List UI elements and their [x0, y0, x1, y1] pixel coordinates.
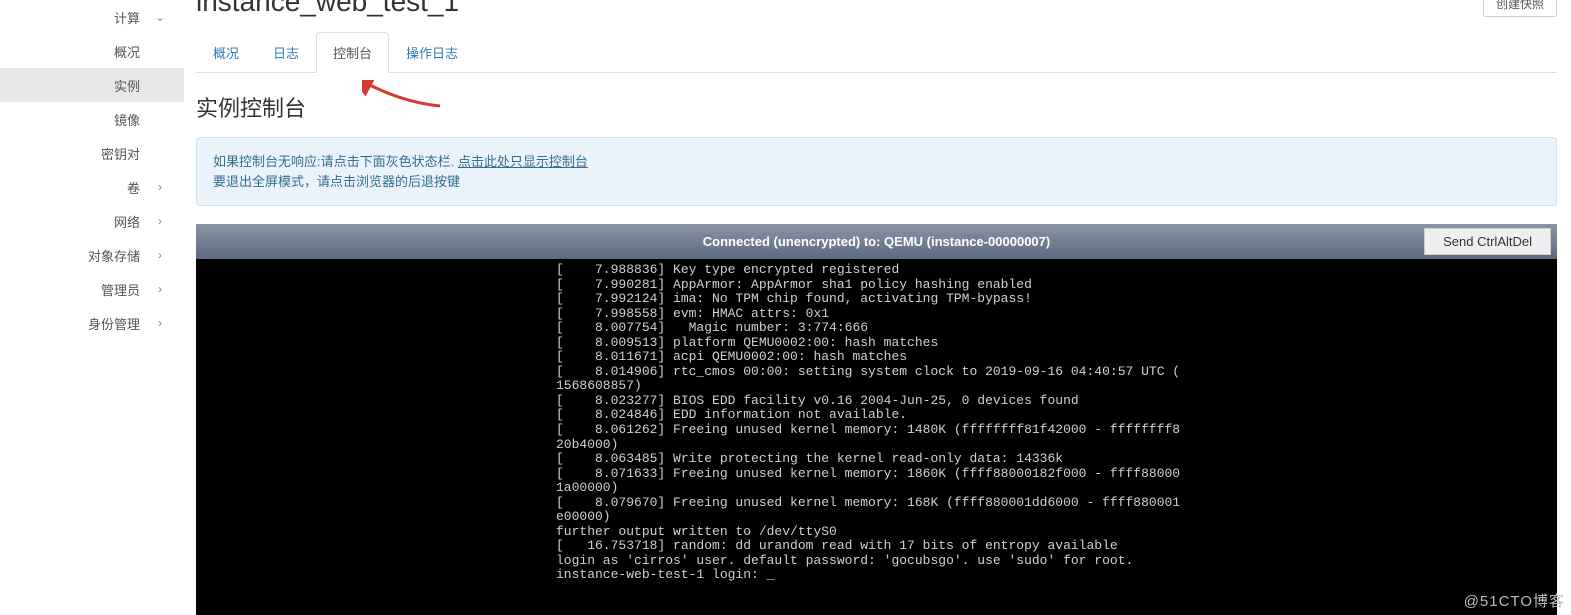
- chevron-right-icon: ›: [154, 180, 166, 194]
- console-output[interactable]: [ 7.988836] Key type encrypted registere…: [196, 259, 1557, 615]
- sidebar-item-label: 对象存储: [18, 246, 154, 265]
- console-line: 1a00000): [196, 481, 1557, 496]
- send-ctrlaltdel-button[interactable]: Send CtrlAltDel: [1424, 228, 1551, 255]
- console-line: [ 8.007754] Magic number: 3:774:666: [196, 321, 1557, 336]
- console-line: e00000): [196, 510, 1557, 525]
- chevron-right-icon: ›: [154, 316, 166, 330]
- console-line: [ 7.992124] ima: No TPM chip found, acti…: [196, 292, 1557, 307]
- sidebar-item-2[interactable]: 实例: [0, 68, 184, 102]
- watermark: @51CTO博客: [1464, 590, 1565, 611]
- chevron-down-icon: ⌄: [154, 10, 166, 24]
- console-line: [ 8.014906] rtc_cmos 00:00: setting syst…: [196, 365, 1557, 380]
- console-line: [ 8.011671] acpi QEMU0002:00: hash match…: [196, 350, 1557, 365]
- tabs: 概况日志控制台操作日志: [196, 32, 1557, 73]
- sidebar-item-3[interactable]: 镜像: [0, 102, 184, 136]
- sidebar-item-label: 镜像: [18, 110, 154, 129]
- console-line: 20b4000): [196, 438, 1557, 453]
- console-line: instance-web-test-1 login: _: [196, 568, 1557, 583]
- console-subheading: 实例控制台: [196, 91, 1557, 123]
- sidebar-item-label: 卷: [18, 178, 154, 197]
- create-snapshot-button[interactable]: 创建快照: [1483, 0, 1557, 17]
- tab-2[interactable]: 控制台: [316, 32, 389, 73]
- console-line: 1568608857): [196, 379, 1557, 394]
- sidebar-item-label: 概况: [18, 42, 154, 61]
- sidebar-item-label: 管理员: [18, 280, 154, 299]
- console-line: [ 8.009513] platform QEMU0002:00: hash m…: [196, 336, 1557, 351]
- console-line: [ 7.988836] Key type encrypted registere…: [196, 263, 1557, 278]
- sidebar-item-label: 网络: [18, 212, 154, 231]
- console-line: [ 8.023277] BIOS EDD facility v0.16 2004…: [196, 394, 1557, 409]
- console-status-bar[interactable]: Connected (unencrypted) to: QEMU (instan…: [196, 224, 1557, 259]
- info-line1-text: 如果控制台无响应:请点击下面灰色状态栏.: [213, 154, 454, 169]
- console-line: [ 16.753718] random: dd urandom read wit…: [196, 539, 1557, 554]
- sidebar-item-9[interactable]: 身份管理›: [0, 306, 184, 340]
- tab-3[interactable]: 操作日志: [389, 32, 475, 73]
- console-line: [ 8.024846] EDD information not availabl…: [196, 408, 1557, 423]
- sidebar-item-6[interactable]: 网络›: [0, 204, 184, 238]
- console-line: further output written to /dev/ttyS0: [196, 525, 1557, 540]
- sidebar-item-label: 密钥对: [18, 144, 154, 163]
- console-line: [ 8.063485] Write protecting the kernel …: [196, 452, 1557, 467]
- sidebar-item-1[interactable]: 概况: [0, 34, 184, 68]
- console: Connected (unencrypted) to: QEMU (instan…: [196, 224, 1557, 615]
- sidebar-item-label: 身份管理: [18, 314, 154, 333]
- console-status-text: Connected (unencrypted) to: QEMU (instan…: [196, 234, 1557, 249]
- sidebar-item-8[interactable]: 管理员›: [0, 272, 184, 306]
- tab-1[interactable]: 日志: [256, 32, 316, 73]
- tab-0[interactable]: 概况: [196, 32, 256, 73]
- show-only-console-link[interactable]: 点击此处只显示控制台: [458, 154, 588, 169]
- page-title: instance_web_test_1: [196, 0, 459, 18]
- sidebar-item-label: 实例: [18, 76, 154, 95]
- chevron-right-icon: ›: [154, 282, 166, 296]
- main-content: instance_web_test_1 创建快照 概况日志控制台操作日志 实例控…: [184, 0, 1571, 615]
- console-line: [ 7.990281] AppArmor: AppArmor sha1 poli…: [196, 278, 1557, 293]
- sidebar-item-4[interactable]: 密钥对: [0, 136, 184, 170]
- console-line: login as 'cirros' user. default password…: [196, 554, 1557, 569]
- console-line: [ 8.079670] Freeing unused kernel memory…: [196, 496, 1557, 511]
- sidebar: 计算⌄概况实例镜像密钥对卷›网络›对象存储›管理员›身份管理›: [0, 0, 184, 615]
- sidebar-item-0[interactable]: 计算⌄: [0, 0, 184, 34]
- sidebar-item-label: 计算: [18, 8, 154, 27]
- console-line: [ 8.071633] Freeing unused kernel memory…: [196, 467, 1557, 482]
- chevron-right-icon: ›: [154, 214, 166, 228]
- sidebar-item-5[interactable]: 卷›: [0, 170, 184, 204]
- info-panel: 如果控制台无响应:请点击下面灰色状态栏. 点击此处只显示控制台 要退出全屏模式，…: [196, 137, 1557, 206]
- console-line: [ 8.061262] Freeing unused kernel memory…: [196, 423, 1557, 438]
- console-line: [ 7.998558] evm: HMAC attrs: 0x1: [196, 307, 1557, 322]
- info-line2: 要退出全屏模式，请点击浏览器的后退按键: [213, 172, 1540, 192]
- sidebar-item-7[interactable]: 对象存储›: [0, 238, 184, 272]
- chevron-right-icon: ›: [154, 248, 166, 262]
